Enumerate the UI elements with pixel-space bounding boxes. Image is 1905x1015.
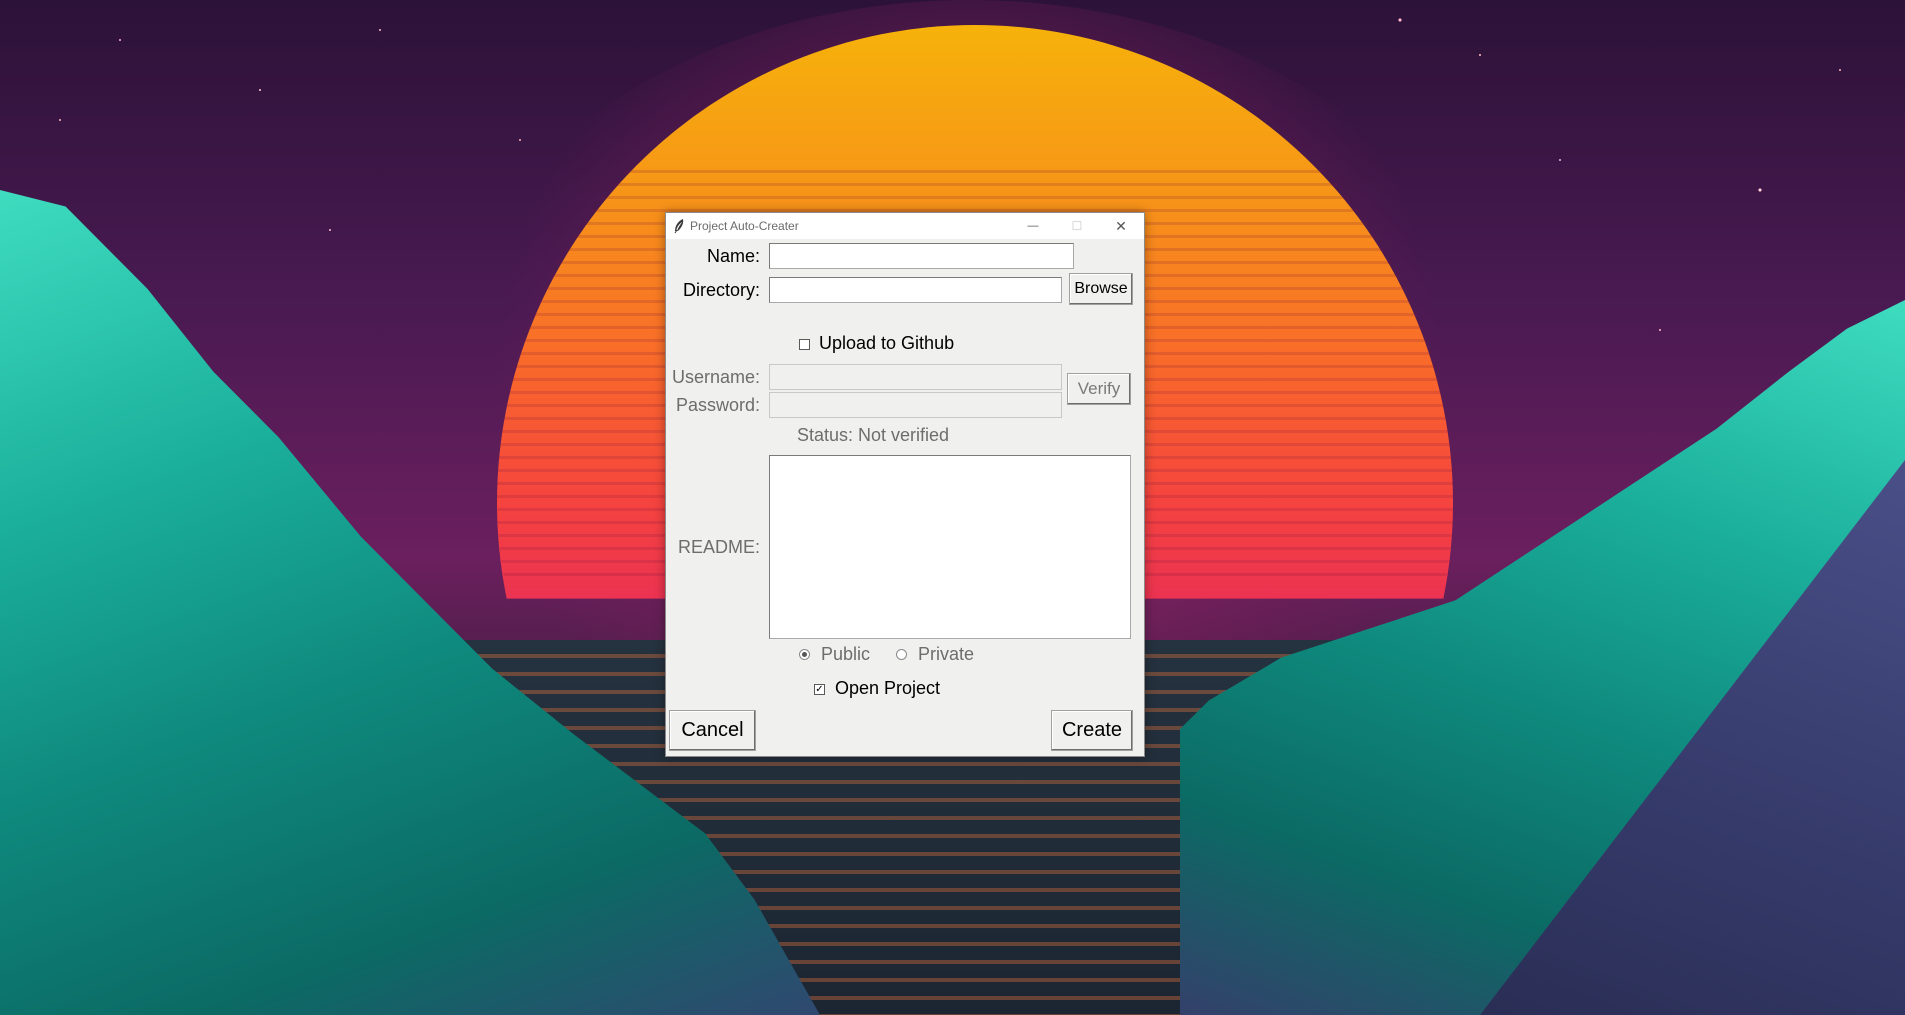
private-radio-label[interactable]: Private (918, 644, 974, 665)
minimize-icon: — (1027, 220, 1039, 232)
verify-button[interactable]: Verify (1067, 373, 1131, 405)
minimize-button[interactable]: — (1011, 213, 1055, 239)
close-button[interactable]: ✕ (1099, 213, 1143, 239)
readme-textarea[interactable] (769, 455, 1131, 639)
close-icon: ✕ (1115, 217, 1127, 234)
username-input[interactable] (769, 364, 1062, 390)
directory-input[interactable] (769, 277, 1062, 303)
title-bar[interactable]: Project Auto-Creater — ☐ ✕ (666, 213, 1144, 239)
open-project-label[interactable]: Open Project (835, 678, 940, 699)
readme-label: README: (677, 537, 760, 557)
open-project-checkbox[interactable]: ✓ (814, 684, 825, 695)
cancel-button[interactable]: Cancel (669, 710, 756, 751)
username-label: Username: (671, 367, 760, 387)
password-input[interactable] (769, 392, 1062, 418)
maximize-icon: ☐ (1071, 219, 1083, 233)
private-radio[interactable] (896, 649, 907, 660)
directory-label: Directory: (682, 280, 760, 300)
browse-button[interactable]: Browse (1069, 273, 1133, 305)
maximize-button[interactable]: ☐ (1055, 213, 1099, 239)
upload-github-checkbox[interactable] (799, 339, 810, 350)
verification-status: Status: Not verified (797, 425, 950, 445)
project-auto-creater-window: Project Auto-Creater — ☐ ✕ Name: Directo… (665, 212, 1145, 757)
name-label: Name: (706, 246, 760, 266)
window-title: Project Auto-Creater (690, 219, 799, 233)
name-input[interactable] (769, 243, 1074, 269)
create-button[interactable]: Create (1051, 710, 1133, 751)
feather-icon (674, 219, 684, 234)
upload-github-label[interactable]: Upload to Github (819, 333, 954, 354)
public-radio-label[interactable]: Public (821, 644, 870, 665)
public-radio[interactable] (799, 649, 810, 660)
password-label: Password: (675, 395, 760, 415)
